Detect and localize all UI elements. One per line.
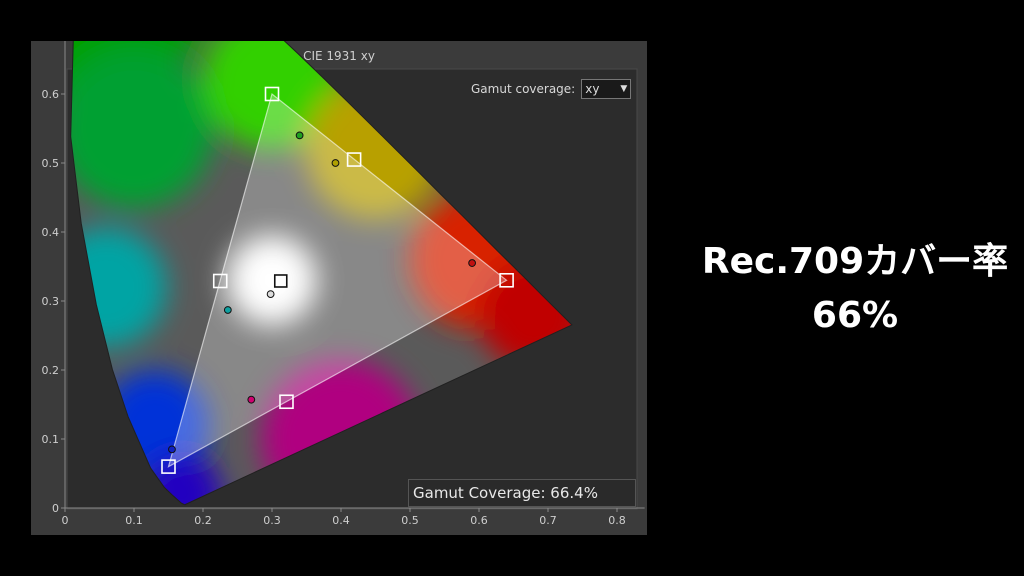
gamut-coverage-control: Gamut coverage: xy ▼	[471, 78, 632, 100]
measured-yellow-point	[331, 159, 340, 167]
x-tick-label: 0	[62, 514, 69, 527]
x-tick-label: 0.4	[332, 514, 350, 527]
measured-green-point	[295, 131, 304, 140]
y-tick-label: 0	[52, 502, 59, 515]
dropdown-arrow-icon: ▼	[620, 84, 628, 94]
measured-cyan-point	[223, 306, 232, 314]
x-tick-label: 0.3	[263, 514, 281, 527]
measured-blue-point	[168, 445, 176, 454]
y-tick-label: 0.3	[42, 295, 60, 308]
y-tick-label: 0.5	[42, 157, 60, 170]
cie-chart: 0 0.1 0.2 0.3 0.4 0.5 0.6 0.7 0.8 0 0.1 0.2 0.3 0.4 0.…	[42, 41, 645, 527]
measured-magenta-point	[247, 395, 256, 404]
chart-title: CIE 1931 xy	[303, 49, 375, 63]
gamut-coverage-label: Gamut coverage:	[471, 82, 576, 96]
x-tick-label: 0.8	[608, 514, 626, 527]
headline-line2: 66%	[811, 295, 899, 336]
x-tick-label: 0.5	[401, 514, 419, 527]
coverage-summary-value: 66.4%	[550, 484, 598, 502]
headline: Rec.709カバー率 66%	[690, 235, 1020, 343]
y-tick-label: 0.2	[42, 364, 60, 377]
x-tick-label: 0.6	[470, 514, 488, 527]
measured-white-point	[266, 290, 275, 299]
headline-line1: Rec.709カバー率	[701, 241, 1009, 282]
x-tick-label: 0.2	[194, 514, 212, 527]
y-tick-label: 0.6	[42, 88, 60, 101]
cie-chart-panel: 0 0.1 0.2 0.3 0.4 0.5 0.6 0.7 0.8 0 0.1 0.2 0.3 0.4 0.…	[31, 41, 647, 535]
y-tick-label: 0.1	[42, 433, 60, 446]
gamut-coverage-selected: xy	[585, 82, 600, 96]
x-tick-label: 0.7	[539, 514, 557, 527]
x-tick-label: 0.1	[125, 514, 143, 527]
gamut-coverage-select[interactable]: xy ▼	[581, 79, 632, 99]
gamut-coverage-summary: Gamut Coverage: 66.4%	[408, 479, 636, 507]
coverage-summary-label: Gamut Coverage:	[413, 484, 546, 502]
y-tick-label: 0.4	[42, 226, 60, 239]
measured-red-point	[468, 259, 477, 267]
